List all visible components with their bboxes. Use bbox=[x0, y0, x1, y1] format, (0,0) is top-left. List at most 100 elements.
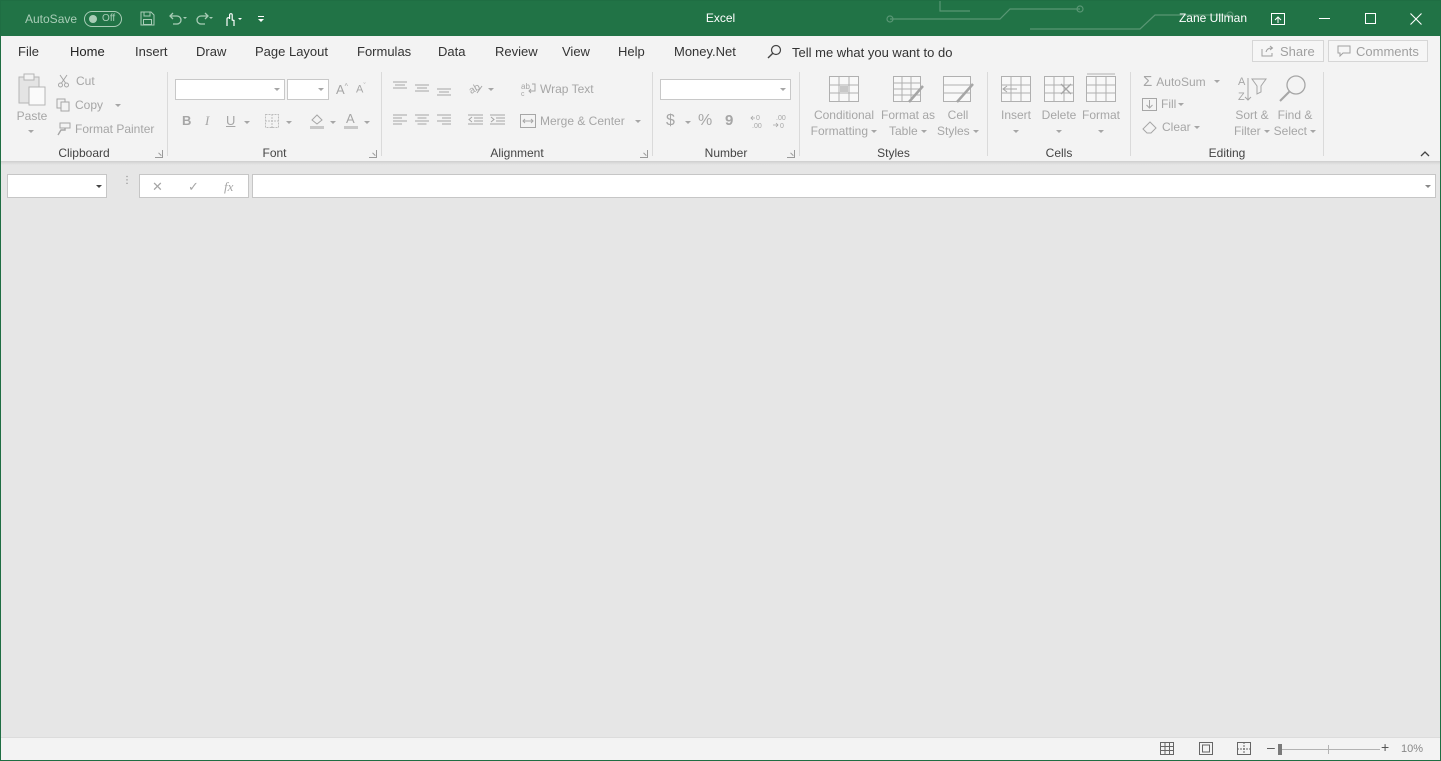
underline-button[interactable]: U bbox=[226, 113, 235, 128]
format-as-table-label[interactable]: Format as Table bbox=[876, 107, 940, 139]
comments-button[interactable]: Comments bbox=[1328, 40, 1428, 62]
italic-button[interactable]: I bbox=[205, 113, 209, 129]
delete-cells-caret[interactable] bbox=[1056, 130, 1062, 133]
user-name[interactable]: Zane Ullman bbox=[1179, 11, 1247, 25]
conditional-formatting-icon[interactable] bbox=[829, 76, 859, 102]
confirm-entry-icon[interactable]: ✓ bbox=[188, 179, 199, 195]
clear-button[interactable]: Clear bbox=[1142, 120, 1200, 134]
tab-draw[interactable]: Draw bbox=[196, 44, 226, 59]
minimize-icon[interactable] bbox=[1301, 1, 1347, 36]
percent-button[interactable]: % bbox=[698, 112, 712, 130]
increase-decimal-icon[interactable]: 0.00 bbox=[750, 113, 768, 129]
paste-icon[interactable] bbox=[16, 73, 48, 107]
tab-review[interactable]: Review bbox=[495, 44, 538, 59]
top-align-icon[interactable] bbox=[393, 81, 407, 93]
sort-filter-label[interactable]: Sort & Filter bbox=[1229, 107, 1275, 139]
cancel-entry-icon[interactable]: ✕ bbox=[152, 179, 163, 195]
tab-file[interactable]: File bbox=[18, 44, 39, 59]
page-break-preview-icon[interactable] bbox=[1237, 742, 1251, 755]
formula-input[interactable] bbox=[252, 174, 1436, 198]
zoom-in-button[interactable]: + bbox=[1381, 739, 1389, 755]
copy-dropdown-caret[interactable] bbox=[115, 103, 122, 107]
decrease-decimal-icon[interactable]: .000 bbox=[772, 113, 790, 129]
share-button[interactable]: Share bbox=[1252, 40, 1324, 62]
fill-color-dropdown-caret[interactable] bbox=[330, 121, 336, 124]
insert-cells-icon[interactable] bbox=[1001, 76, 1031, 102]
maximize-icon[interactable] bbox=[1347, 1, 1393, 36]
font-color-dropdown-caret[interactable] bbox=[364, 121, 370, 124]
increase-font-size-icon[interactable]: A^ bbox=[336, 82, 348, 97]
tab-insert[interactable]: Insert bbox=[135, 44, 168, 59]
increase-indent-icon[interactable] bbox=[490, 114, 505, 126]
underline-dropdown-caret[interactable] bbox=[244, 121, 250, 124]
currency-dropdown-caret[interactable] bbox=[685, 121, 691, 124]
number-dialog-launcher[interactable] bbox=[787, 150, 795, 158]
autosum-button[interactable]: Σ AutoSum bbox=[1143, 73, 1220, 90]
tab-home[interactable]: Home bbox=[68, 44, 107, 69]
copy-button[interactable]: Copy bbox=[56, 98, 122, 112]
font-name-combo[interactable] bbox=[175, 79, 285, 100]
zoom-slider-thumb[interactable] bbox=[1278, 744, 1282, 755]
cell-styles-label[interactable]: Cell Styles bbox=[934, 107, 982, 139]
formula-bar-grip[interactable]: ⋮ bbox=[122, 176, 132, 191]
delete-cells-icon[interactable] bbox=[1044, 76, 1074, 102]
find-select-label[interactable]: Find & Select bbox=[1271, 107, 1319, 139]
wrap-text-button[interactable]: ab c Wrap Text bbox=[521, 82, 594, 96]
page-layout-view-icon[interactable] bbox=[1199, 742, 1213, 755]
format-as-table-icon[interactable] bbox=[893, 76, 925, 104]
redo-icon[interactable] bbox=[194, 8, 216, 30]
customize-qat-icon[interactable] bbox=[250, 8, 272, 30]
insert-cells-caret[interactable] bbox=[1013, 130, 1019, 133]
zoom-out-button[interactable]: – bbox=[1267, 739, 1275, 755]
orientation-icon[interactable]: ab bbox=[468, 81, 484, 95]
autosave-toggle[interactable]: Off bbox=[84, 10, 123, 27]
fill-color-icon[interactable] bbox=[309, 112, 325, 129]
font-dialog-launcher[interactable] bbox=[369, 150, 377, 158]
borders-icon[interactable] bbox=[265, 114, 279, 128]
decrease-indent-icon[interactable] bbox=[468, 114, 483, 126]
format-painter-button[interactable]: Format Painter bbox=[56, 122, 154, 136]
conditional-formatting-label[interactable]: Conditional Formatting bbox=[804, 107, 884, 139]
comma-style-button[interactable]: 9 bbox=[725, 112, 733, 129]
orientation-dropdown-caret[interactable] bbox=[488, 88, 494, 91]
font-size-combo[interactable] bbox=[287, 79, 329, 100]
close-icon[interactable] bbox=[1393, 1, 1439, 36]
bottom-align-icon[interactable] bbox=[437, 86, 451, 98]
cell-styles-icon[interactable] bbox=[943, 76, 975, 104]
expand-formula-bar-caret[interactable] bbox=[1425, 185, 1431, 188]
align-center-icon[interactable] bbox=[415, 114, 429, 126]
touch-mode-icon[interactable] bbox=[222, 8, 244, 30]
tab-formulas[interactable]: Formulas bbox=[357, 44, 411, 59]
alignment-dialog-launcher[interactable] bbox=[640, 150, 648, 158]
sort-filter-icon[interactable]: AZ bbox=[1237, 74, 1267, 104]
fill-button[interactable]: Fill bbox=[1142, 97, 1185, 111]
name-box-caret[interactable] bbox=[96, 185, 102, 188]
font-color-icon[interactable]: A bbox=[343, 111, 359, 129]
merge-center-button[interactable]: Merge & Center bbox=[520, 114, 641, 128]
tab-help[interactable]: Help bbox=[618, 44, 645, 59]
zoom-level[interactable]: 10% bbox=[1401, 743, 1423, 755]
find-select-icon[interactable] bbox=[1278, 74, 1308, 104]
tab-page-layout[interactable]: Page Layout bbox=[255, 44, 328, 59]
format-cells-icon[interactable] bbox=[1086, 72, 1116, 102]
borders-dropdown-caret[interactable] bbox=[286, 121, 292, 124]
collapse-ribbon-icon[interactable] bbox=[1420, 150, 1430, 157]
zoom-slider[interactable] bbox=[1279, 749, 1380, 750]
middle-align-icon[interactable] bbox=[415, 84, 429, 96]
bold-button[interactable]: B bbox=[182, 113, 191, 128]
currency-button[interactable]: $ bbox=[666, 112, 675, 130]
clipboard-dialog-launcher[interactable] bbox=[155, 150, 163, 158]
number-format-combo[interactable] bbox=[660, 79, 791, 100]
merge-center-dropdown-caret[interactable] bbox=[634, 119, 641, 123]
name-box[interactable] bbox=[7, 174, 107, 198]
save-icon[interactable] bbox=[136, 8, 158, 30]
align-left-icon[interactable] bbox=[393, 114, 407, 126]
normal-view-icon[interactable] bbox=[1160, 742, 1174, 755]
ribbon-display-options-icon[interactable] bbox=[1255, 1, 1301, 36]
align-right-icon[interactable] bbox=[437, 114, 451, 126]
insert-function-icon[interactable]: fx bbox=[224, 179, 233, 195]
format-cells-caret[interactable] bbox=[1098, 130, 1104, 133]
undo-icon[interactable] bbox=[166, 8, 188, 30]
tell-me-search[interactable]: Tell me what you want to do bbox=[766, 44, 952, 60]
tab-data[interactable]: Data bbox=[438, 44, 465, 59]
